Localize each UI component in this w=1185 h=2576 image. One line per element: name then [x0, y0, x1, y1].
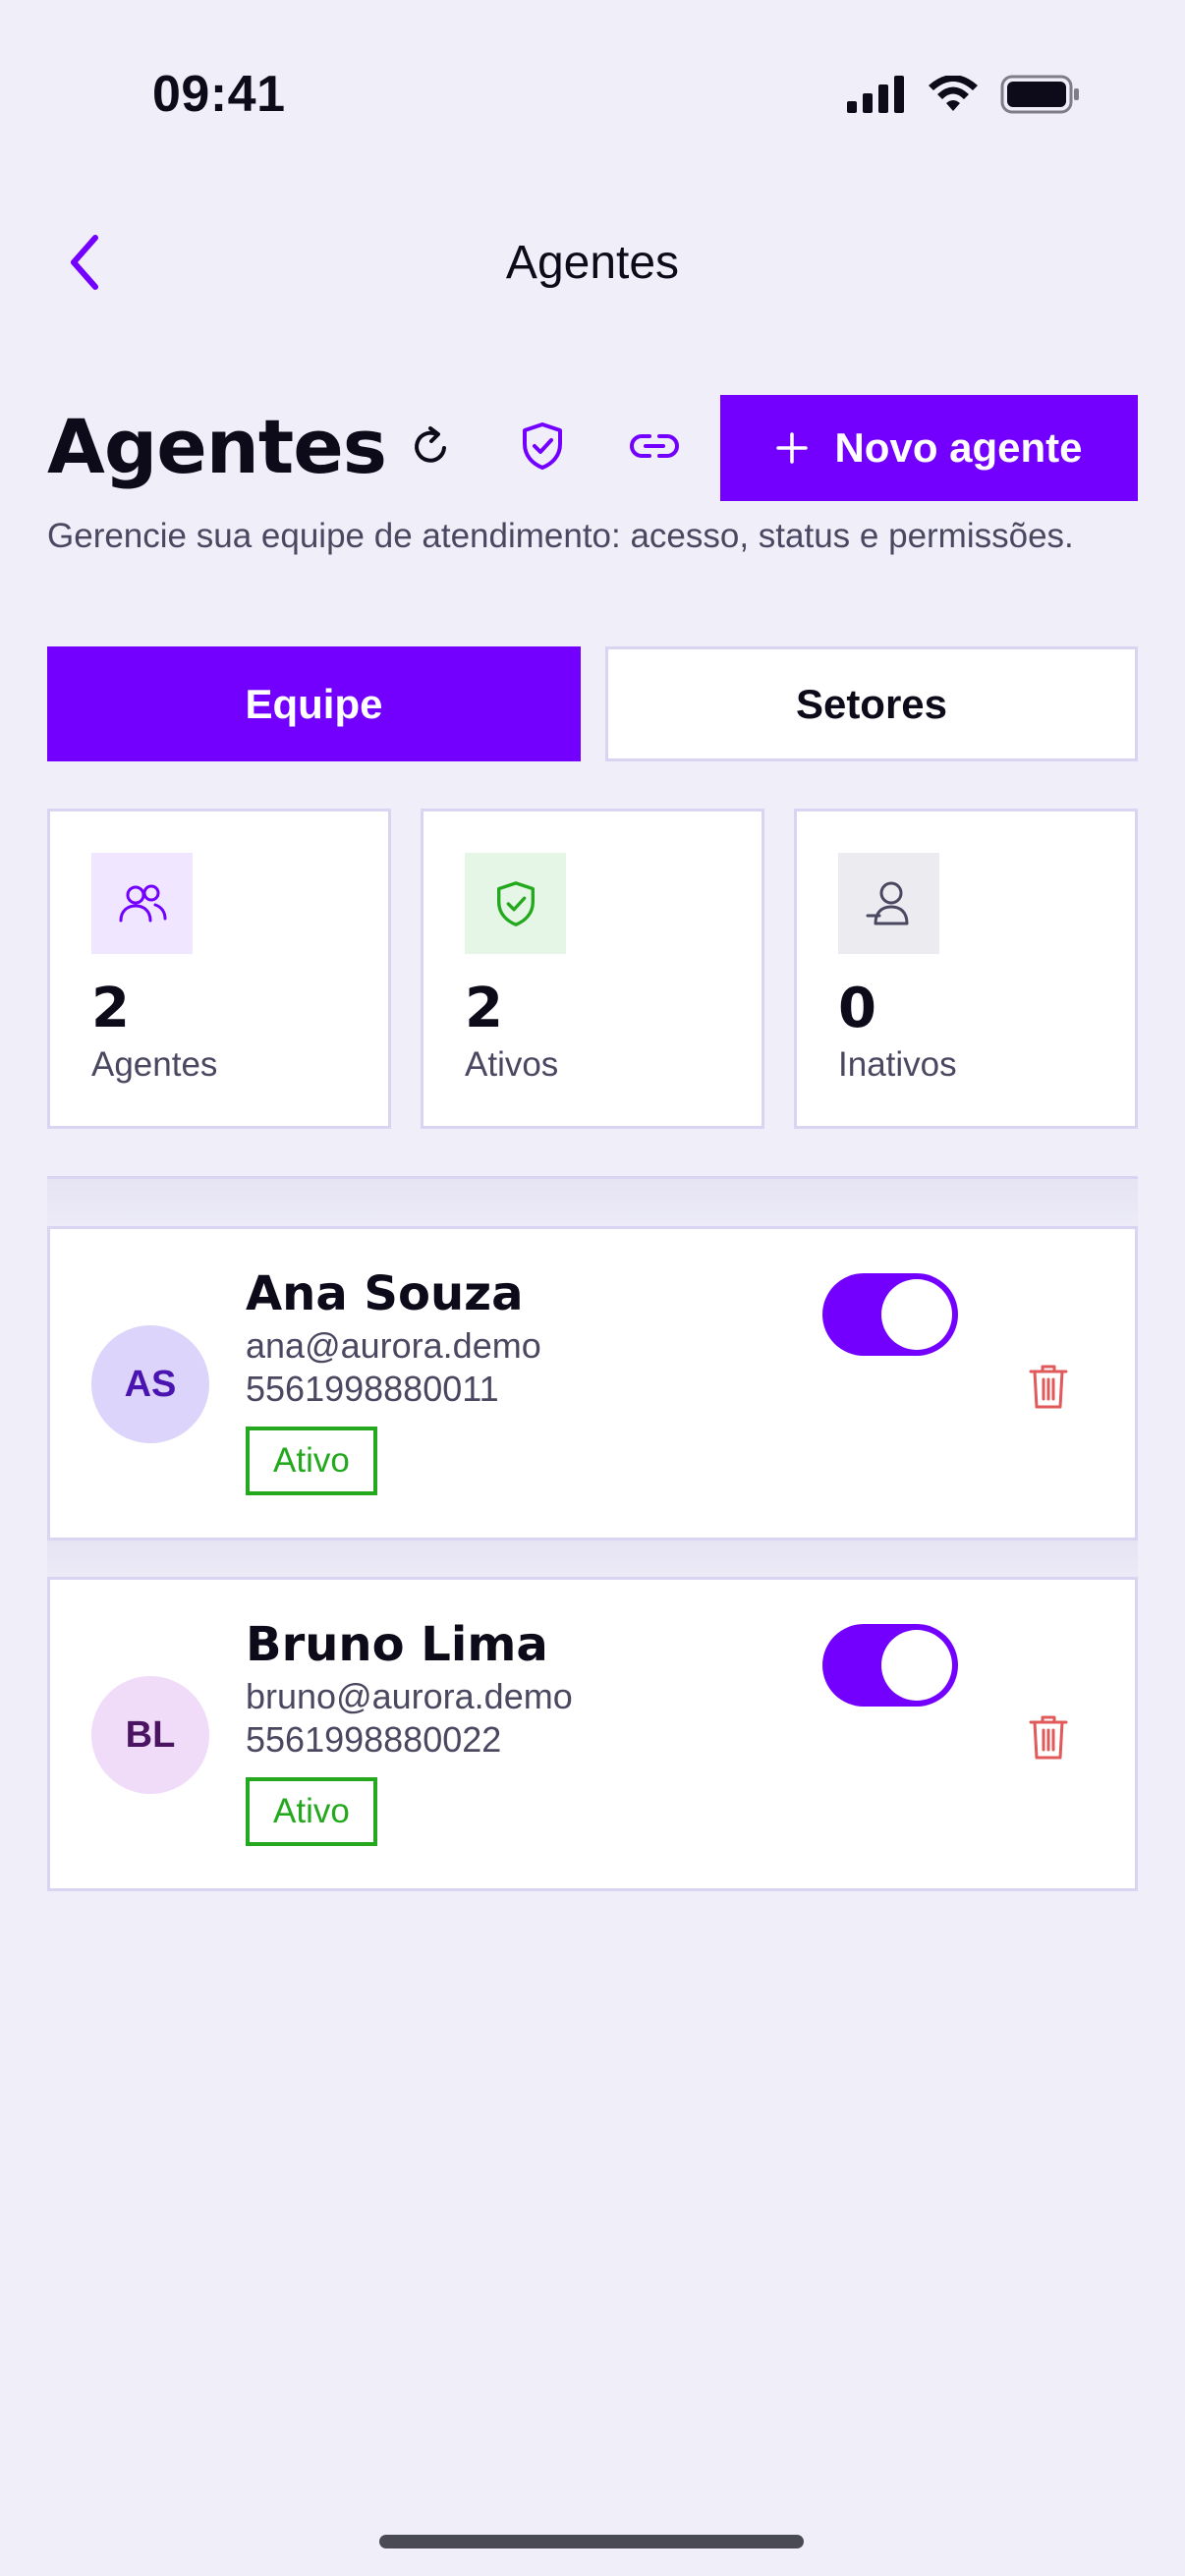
stat-value: 2	[465, 977, 503, 1040]
trash-icon	[1029, 1715, 1068, 1760]
status-time: 09:41	[152, 66, 286, 123]
status-icons	[847, 75, 1081, 114]
signal-icon	[847, 76, 904, 113]
avatar: AS	[91, 1325, 209, 1443]
shield-check-icon	[465, 853, 566, 954]
plus-icon	[776, 432, 809, 464]
chevron-left-icon	[71, 235, 98, 290]
stat-value: 0	[838, 977, 876, 1040]
stat-card-inactive: 0 Inativos	[794, 809, 1138, 1129]
link-icon	[630, 434, 679, 458]
toggle-knob	[881, 1279, 952, 1350]
agent-name: Bruno Lima	[246, 1617, 548, 1672]
agent-card: BL Bruno Lima bruno@aurora.demo 55619988…	[47, 1577, 1138, 1891]
tab-equipe[interactable]: Equipe	[47, 646, 581, 761]
page-subtitle: Gerencie sua equipe de atendimento: aces…	[47, 517, 1074, 555]
back-button[interactable]	[55, 228, 114, 297]
permissions-button[interactable]	[507, 411, 578, 481]
battery-icon	[1000, 75, 1079, 114]
agent-phone: 5561998880011	[246, 1369, 499, 1409]
toggle-knob	[881, 1630, 952, 1701]
wifi-icon	[929, 76, 978, 111]
tab-setores[interactable]: Setores	[605, 646, 1138, 761]
agent-phone: 5561998880022	[246, 1719, 502, 1760]
delete-agent-button[interactable]	[1019, 1708, 1078, 1766]
list-gap-shade	[47, 1540, 1138, 1580]
delete-agent-button[interactable]	[1019, 1357, 1078, 1416]
agent-active-toggle[interactable]	[822, 1624, 958, 1707]
agent-email: bruno@aurora.demo	[246, 1676, 573, 1716]
new-agent-label: Novo agente	[834, 424, 1083, 471]
refresh-icon	[415, 426, 446, 463]
page-title: Agentes	[47, 403, 387, 490]
agent-email: ana@aurora.demo	[246, 1325, 541, 1366]
stat-label: Inativos	[838, 1045, 957, 1084]
stat-card-agents: 2 Agentes	[47, 809, 391, 1129]
new-agent-button[interactable]: Novo agente	[720, 395, 1138, 501]
avatar: BL	[91, 1676, 209, 1794]
agent-active-toggle[interactable]	[822, 1273, 958, 1356]
agent-name: Ana Souza	[246, 1266, 524, 1321]
refresh-button[interactable]	[395, 411, 466, 481]
agent-card: AS Ana Souza ana@aurora.demo 55619988800…	[47, 1226, 1138, 1540]
stat-label: Agentes	[91, 1045, 218, 1084]
nav-title: Agentes	[505, 237, 680, 289]
stat-value: 2	[91, 977, 130, 1040]
status-badge: Ativo	[246, 1777, 377, 1846]
list-top-shade	[47, 1179, 1138, 1226]
shield-check-icon	[523, 422, 562, 470]
stat-card-active: 2 Ativos	[421, 809, 764, 1129]
user-icon	[838, 853, 939, 954]
users-icon	[91, 853, 193, 954]
status-badge: Ativo	[246, 1427, 377, 1495]
invite-link-button[interactable]	[619, 411, 690, 481]
trash-icon	[1029, 1365, 1068, 1409]
home-indicator	[379, 2535, 804, 2548]
stat-label: Ativos	[465, 1045, 559, 1084]
